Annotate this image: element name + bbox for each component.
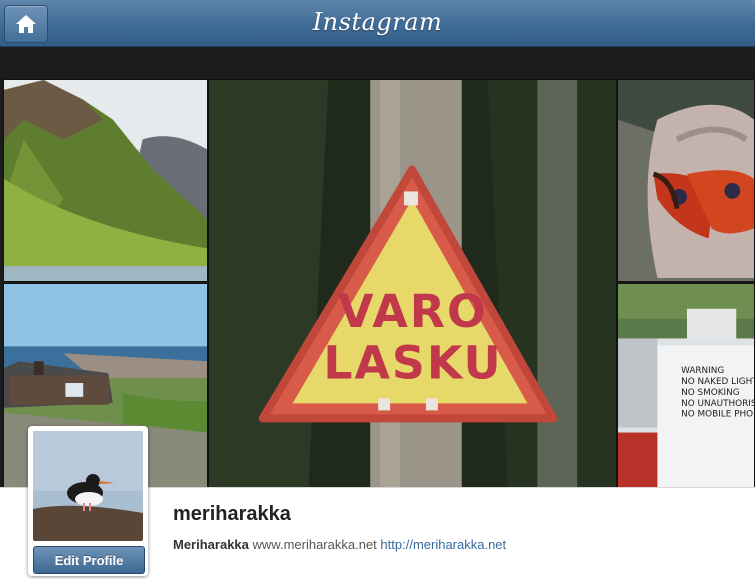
photo-tile-butterfly[interactable] [617, 79, 755, 282]
avatar-card: Edit Profile [28, 426, 148, 576]
profile-bio-text: www.meriharakka.net [252, 537, 377, 552]
photo-tile-sign[interactable]: VARO LASKU [208, 79, 617, 488]
profile-website-link[interactable]: http://meriharakka.net [380, 537, 506, 552]
warning-sign-line4: NO UNAUTHORISED [681, 399, 754, 409]
edit-profile-button[interactable]: Edit Profile [33, 546, 145, 574]
photo-sign: VARO LASKU [209, 80, 616, 487]
photo-butterfly [618, 80, 754, 281]
instagram-logo[interactable]: Instagram [0, 8, 755, 36]
sign-text-line2: LASKU [323, 337, 502, 390]
profile-bio: Meriharakka www.meriharakka.net http://m… [173, 537, 506, 552]
photo-tile-warning[interactable]: WARNING NO NAKED LIGHTS NO SMOKING NO UN… [617, 283, 755, 488]
sign-text-line1: VARO [338, 285, 488, 338]
avatar-bird-photo [33, 431, 143, 541]
photo-mountain [4, 80, 207, 281]
warning-sign-line3: NO SMOKING [681, 388, 740, 398]
avatar[interactable] [33, 431, 143, 541]
header-spacer [0, 47, 755, 79]
photo-tile-mountain[interactable] [3, 79, 208, 282]
warning-sign-line1: WARNING [681, 366, 724, 376]
warning-sign-line2: NO NAKED LIGHTS [681, 377, 754, 387]
profile-full-name: Meriharakka [173, 537, 249, 552]
photo-warning: WARNING NO NAKED LIGHTS NO SMOKING NO UN… [618, 284, 754, 487]
warning-sign-line5: NO MOBILE PHONE [681, 410, 754, 420]
top-bar: Instagram [0, 0, 755, 47]
profile-username: meriharakka [173, 503, 291, 525]
